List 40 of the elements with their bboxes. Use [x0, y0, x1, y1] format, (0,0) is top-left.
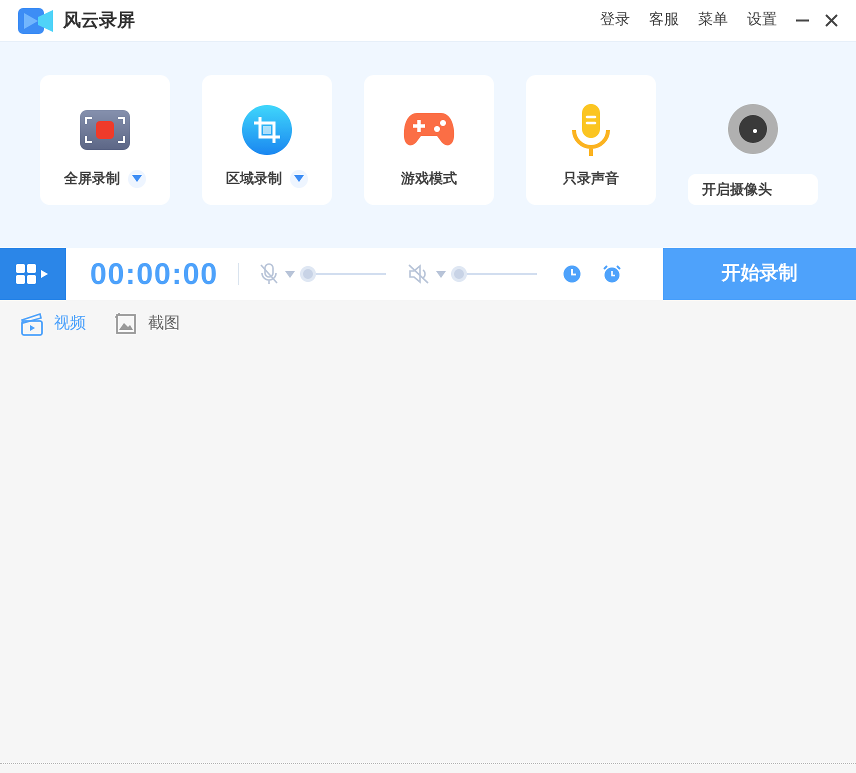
mode-card[interactable]: 区域录制 — [202, 75, 332, 205]
mode-label: 游戏模式 — [401, 169, 457, 188]
app-title: 风云录屏 — [63, 9, 135, 32]
logo-icon — [18, 8, 54, 34]
clock-icon[interactable] — [563, 265, 582, 283]
record-screen-icon — [80, 110, 130, 150]
menu-link[interactable]: 菜单 — [698, 9, 728, 32]
alarm-clock-icon[interactable] — [603, 265, 622, 283]
speaker-muted-icon[interactable] — [408, 264, 430, 284]
menu-link[interactable]: 设置 — [747, 9, 777, 32]
slider-thumb[interactable] — [300, 266, 316, 282]
timer: 00:00:00 — [90, 256, 218, 292]
menu-link[interactable]: 登录 — [600, 9, 630, 32]
mode-card[interactable]: 游戏模式 — [364, 75, 494, 205]
clapperboard-icon — [20, 312, 44, 336]
caret-icon — [132, 175, 142, 182]
mode-label: 全屏录制 — [64, 169, 120, 188]
mode-label: 区域录制 — [226, 169, 282, 188]
caret-icon[interactable] — [285, 270, 296, 278]
microphone-icon — [571, 104, 611, 156]
camera-button[interactable]: 开启摄像头 — [688, 174, 818, 205]
mode-card[interactable]: 全屏录制 — [40, 75, 170, 205]
close-icon[interactable] — [825, 14, 838, 27]
dropdown-button[interactable] — [290, 170, 308, 188]
slider-thumb[interactable] — [451, 266, 468, 282]
caret-icon — [294, 175, 304, 182]
caret-icon[interactable] — [436, 270, 446, 278]
menu-link[interactable]: 客服 — [649, 9, 679, 32]
crop-icon — [242, 105, 292, 155]
dropdown-button[interactable] — [128, 170, 146, 188]
mic-volume-slider[interactable] — [300, 266, 386, 282]
microphone-muted-icon[interactable] — [259, 263, 280, 285]
webcam-icon — [728, 104, 778, 154]
mode-label: 只录声音 — [563, 169, 619, 188]
tab[interactable]: 截图 — [114, 312, 180, 336]
speaker-volume-slider[interactable] — [451, 266, 538, 282]
mode-card[interactable]: 只录声音 — [526, 75, 656, 205]
grid-icon — [16, 264, 50, 284]
layout-button[interactable] — [0, 248, 66, 300]
image-icon — [114, 312, 138, 336]
